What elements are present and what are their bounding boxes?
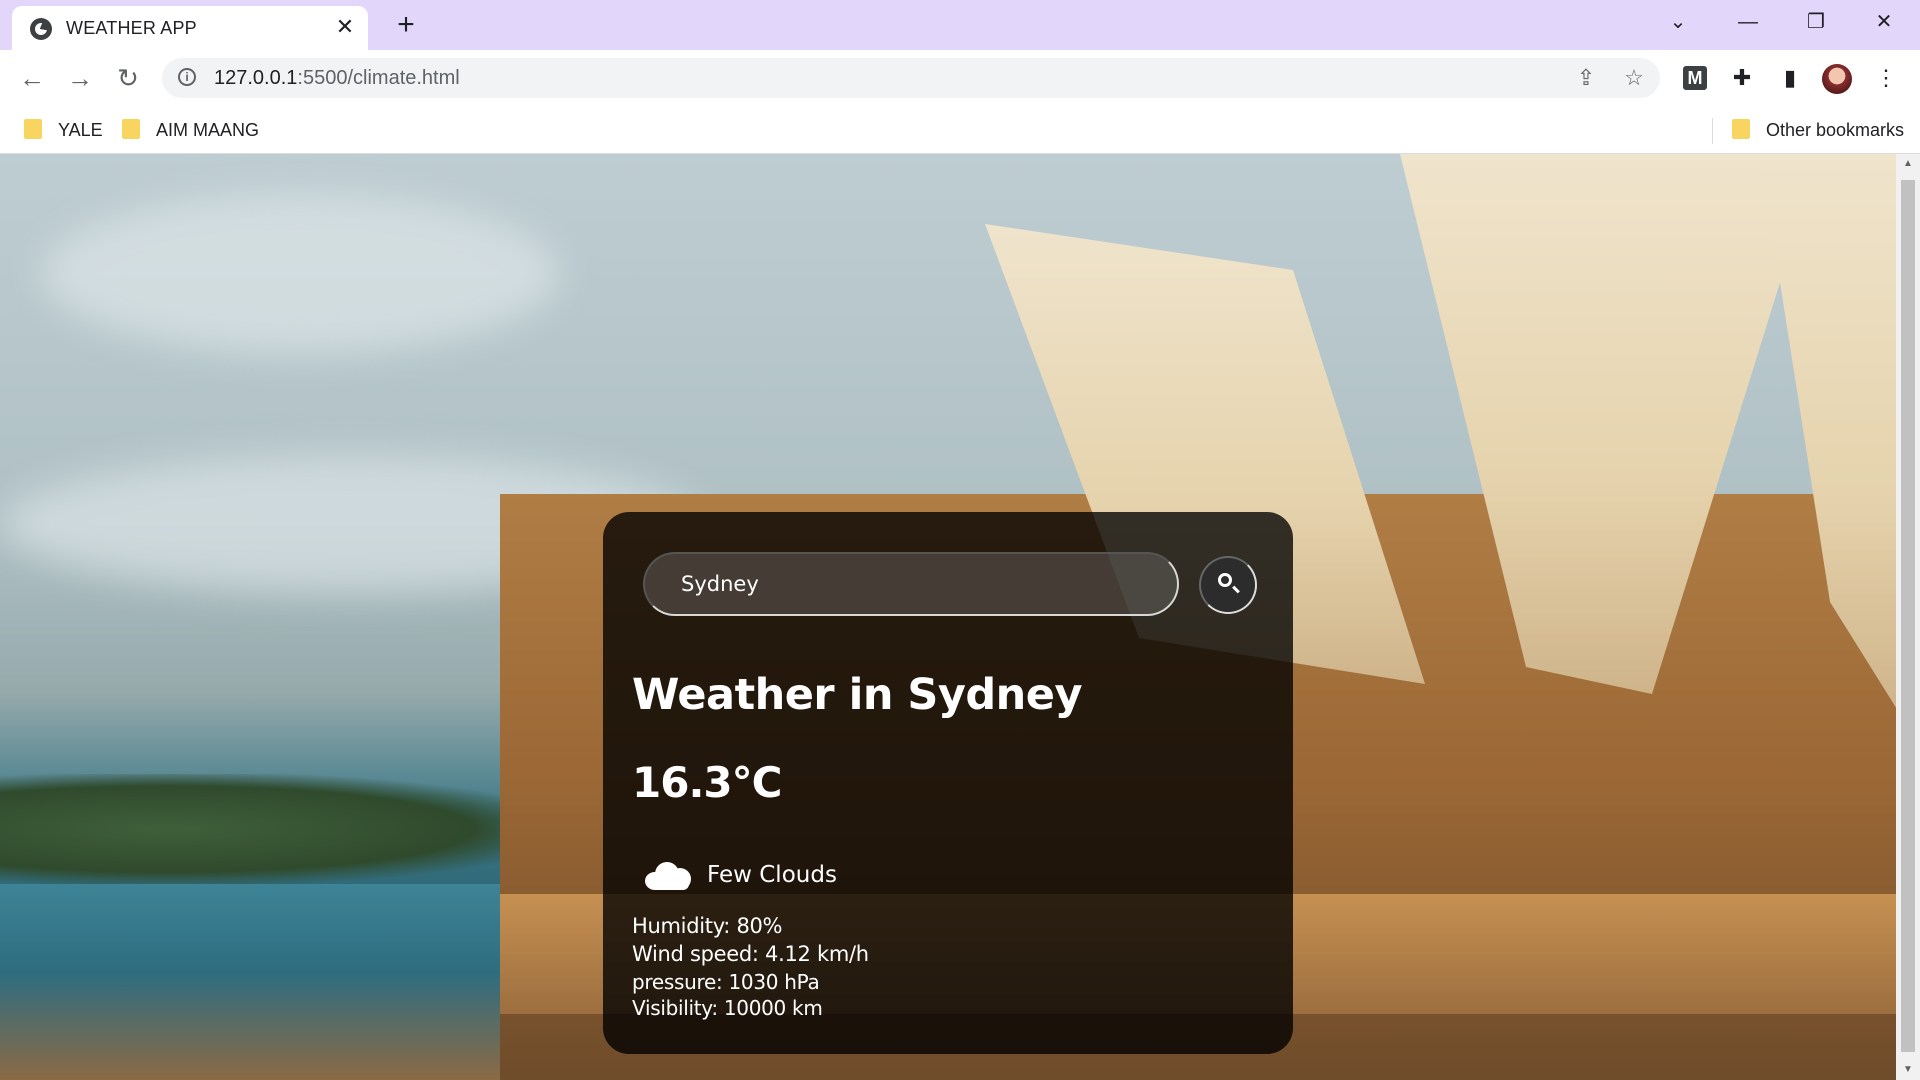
tab-title: WEATHER APP [66, 18, 197, 38]
temperature: 16.3°C [632, 758, 782, 807]
weather-description: Few Clouds [707, 862, 837, 888]
bookmark-aim-maang[interactable]: AIM MAANG [122, 116, 259, 144]
scroll-thumb[interactable] [1901, 180, 1915, 1052]
restore-button[interactable]: ❐ [1796, 6, 1836, 38]
menu-dots-icon[interactable]: ⋮ [1870, 62, 1902, 94]
reload-icon[interactable]: ↻ [112, 62, 144, 94]
pressure: pressure: 1030 hPa [632, 970, 820, 994]
bookmark-separator [1712, 118, 1713, 144]
background-cloud [40, 194, 560, 354]
scroll-up-icon[interactable]: ▲ [1896, 154, 1920, 174]
other-bookmarks-label: Other bookmarks [1766, 120, 1905, 140]
tab-strip: WEATHER APP ✕ + ⌄ — ❐ ✕ [0, 0, 1920, 50]
scroll-down-icon[interactable]: ▼ [1896, 1060, 1920, 1080]
url-path: :5500/climate.html [297, 67, 460, 89]
other-bookmarks[interactable]: Other bookmarks [1732, 116, 1904, 144]
info-icon[interactable]: i [178, 68, 196, 86]
address-bar[interactable]: i 127.0.0.1:5500/climate.html ⇪ ☆ [162, 58, 1660, 98]
side-panel-icon[interactable]: ▮ [1774, 62, 1806, 94]
search-button[interactable] [1199, 556, 1257, 614]
page-scrollbar[interactable]: ▲ ▼ [1896, 154, 1920, 1080]
background-trees [0, 774, 560, 884]
extensions-puzzle-icon[interactable]: ✚ [1726, 62, 1758, 94]
tab-weather-app[interactable]: WEATHER APP ✕ [12, 6, 368, 50]
city-search-input[interactable] [643, 552, 1179, 616]
url-text[interactable]: 127.0.0.1:5500/climate.html [214, 67, 460, 90]
extension-m-icon[interactable]: M [1683, 66, 1707, 90]
cloud-icon [645, 860, 693, 890]
visibility: Visibility: 10000 km [632, 996, 823, 1020]
back-icon[interactable]: ← [16, 62, 48, 94]
page-background: Weather in Sydney 16.3°C Few Clouds Humi… [0, 154, 1896, 1080]
share-icon[interactable]: ⇪ [1572, 64, 1600, 92]
bookmarks-bar: YALE AIM MAANG Other bookmarks [0, 106, 1920, 154]
weather-card: Weather in Sydney 16.3°C Few Clouds Humi… [603, 512, 1293, 1054]
folder-icon [122, 119, 140, 140]
close-window-button[interactable]: ✕ [1864, 6, 1904, 38]
bookmark-label: YALE [58, 120, 103, 140]
folder-icon [1732, 119, 1750, 140]
tab-close-icon[interactable]: ✕ [332, 14, 358, 40]
bookmark-star-icon[interactable]: ☆ [1620, 64, 1648, 92]
new-tab-button[interactable]: + [390, 10, 422, 42]
bookmark-yale[interactable]: YALE [24, 116, 103, 144]
minimize-button[interactable]: — [1728, 6, 1768, 38]
humidity: Humidity: 80% [632, 914, 783, 938]
wind-speed: Wind speed: 4.12 km/h [632, 942, 869, 966]
forward-icon[interactable]: → [64, 62, 96, 94]
city-heading: Weather in Sydney [632, 670, 1083, 720]
folder-icon [24, 119, 42, 140]
globe-icon [30, 18, 52, 40]
tab-search-icon[interactable]: ⌄ [1658, 6, 1698, 38]
profile-avatar[interactable] [1822, 64, 1852, 94]
browser-toolbar: ← → ↻ i 127.0.0.1:5500/climate.html ⇪ ☆ … [0, 50, 1920, 106]
bookmark-label: AIM MAANG [156, 120, 260, 140]
url-host: 127.0.0.1 [214, 67, 298, 89]
search-icon [1218, 573, 1232, 587]
browser-chrome: WEATHER APP ✕ + ⌄ — ❐ ✕ ← → ↻ i 127.0.0.… [0, 0, 1920, 154]
